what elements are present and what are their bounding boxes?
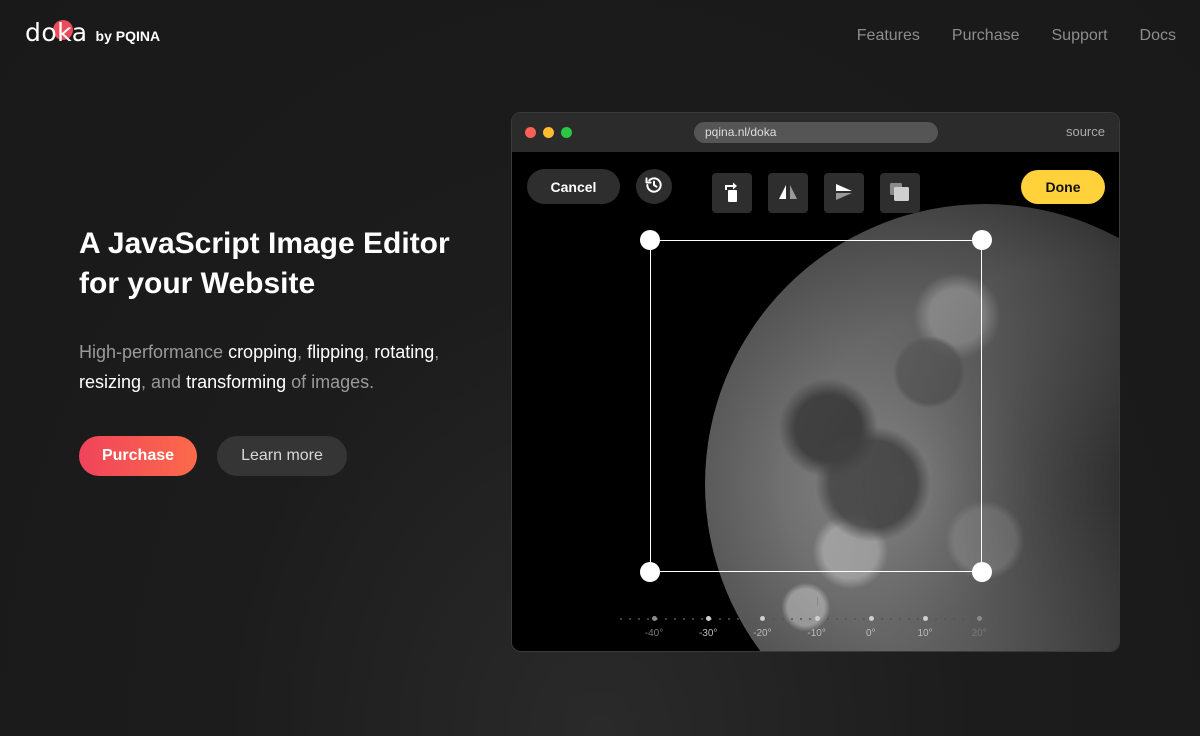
dial-minor-tick [953, 618, 955, 620]
dial-label: -20° [753, 628, 772, 639]
dial-minor-tick [881, 618, 883, 620]
dial-minor-tick [863, 618, 865, 620]
logo-wordmark: doka [25, 18, 88, 47]
window-minimize-dot [543, 127, 554, 138]
dial-minor-tick [746, 618, 748, 620]
flip-vertical-button[interactable] [824, 173, 864, 213]
dial-minor-tick [962, 618, 964, 620]
rotation-dial-indicator [817, 597, 818, 606]
dial-minor-tick [827, 618, 829, 620]
dial-major-tick [814, 616, 820, 621]
dial-minor-tick [908, 618, 910, 620]
dial-major-tick [923, 616, 928, 621]
crop-handle-top-left[interactable] [640, 230, 660, 250]
crop-area[interactable] [640, 230, 992, 582]
dial-minor-tick [854, 618, 856, 620]
dial-label: 10° [917, 628, 933, 639]
crop-handle-bottom-right[interactable] [972, 562, 992, 582]
dial-minor-tick [971, 618, 973, 620]
dial-major-tick [706, 616, 712, 621]
aspect-ratio-button[interactable] [880, 173, 920, 213]
dial-label: -30° [698, 628, 718, 639]
dial-minor-tick [944, 618, 946, 620]
rotation-dial[interactable]: -40° -30° -20° -10° 0° 10° 20° [620, 597, 1000, 639]
dial-label: 20° [971, 628, 987, 639]
dial-minor-tick [701, 618, 703, 620]
dial-minor-tick [989, 618, 991, 620]
dial-minor-tick [809, 618, 811, 620]
dial-minor-tick [836, 618, 838, 620]
dial-minor-tick [728, 618, 730, 620]
hero-subtitle: High-performance cropping, flipping, rot… [79, 342, 440, 392]
logo[interactable]: doka by PQINA [25, 18, 160, 47]
dial-minor-tick [755, 618, 757, 620]
dial-minor-tick [674, 618, 676, 620]
hero-title: A JavaScript Image Editor for your Websit… [79, 227, 450, 300]
dial-minor-tick [890, 618, 892, 620]
rotation-dial-ticks [620, 616, 1000, 622]
image-editor: Cancel Done -40° -30° -20° -10° 0° 10° 2… [512, 152, 1119, 651]
crop-handle-bottom-left[interactable] [640, 562, 660, 582]
dial-minor-tick [773, 618, 775, 620]
nav-purchase[interactable]: Purchase [952, 27, 1020, 45]
demo-browser-window: pqina.nl/doka source Cancel Done -40° -3… [511, 112, 1120, 652]
dial-minor-tick [665, 618, 667, 620]
flip-horizontal-button[interactable] [768, 173, 808, 213]
dial-minor-tick [620, 618, 622, 620]
dial-minor-tick [917, 618, 919, 620]
flip-horizontal-icon [778, 183, 798, 204]
dial-minor-tick [791, 618, 793, 620]
dial-major-tick [652, 616, 657, 621]
window-close-dot [525, 127, 536, 138]
address-bar: pqina.nl/doka [694, 122, 938, 143]
source-link[interactable]: source [1066, 124, 1105, 139]
nav-support[interactable]: Support [1052, 27, 1108, 45]
history-icon [644, 175, 664, 198]
dial-label: -40° [644, 628, 664, 639]
dial-minor-tick [935, 618, 937, 620]
dial-minor-tick [737, 618, 739, 620]
dial-minor-tick [638, 618, 640, 620]
rotate-left-icon [722, 181, 742, 206]
nav-docs[interactable]: Docs [1140, 27, 1176, 45]
nav-features[interactable]: Features [857, 27, 920, 45]
dial-minor-tick [800, 618, 802, 620]
dial-minor-tick [899, 618, 901, 620]
dial-minor-tick [692, 618, 694, 620]
window-maximize-dot [561, 127, 572, 138]
crop-handle-top-right[interactable] [972, 230, 992, 250]
rotate-button[interactable] [712, 173, 752, 213]
history-button[interactable] [636, 169, 672, 204]
dial-major-tick [977, 616, 983, 621]
dial-minor-tick [683, 618, 685, 620]
learn-more-button[interactable]: Learn more [217, 436, 347, 476]
window-titlebar: pqina.nl/doka source [512, 113, 1119, 152]
dial-label: 0° [866, 628, 876, 639]
dial-label: -10° [807, 628, 826, 639]
purchase-button[interactable]: Purchase [79, 436, 197, 476]
dial-minor-tick [647, 618, 649, 620]
dial-minor-tick [629, 618, 631, 620]
dial-major-tick [760, 616, 766, 621]
dial-major-tick [868, 616, 874, 621]
dial-minor-tick [782, 618, 784, 620]
logo-by-pqina: by PQINA [95, 28, 161, 44]
cancel-button[interactable]: Cancel [527, 169, 620, 204]
aspect-ratio-icon [889, 182, 911, 205]
dial-minor-tick [845, 618, 847, 620]
dial-minor-tick [719, 618, 721, 620]
top-nav: Features Purchase Support Docs [857, 27, 1176, 45]
done-button[interactable]: Done [1021, 170, 1105, 204]
flip-vertical-icon [834, 183, 854, 204]
